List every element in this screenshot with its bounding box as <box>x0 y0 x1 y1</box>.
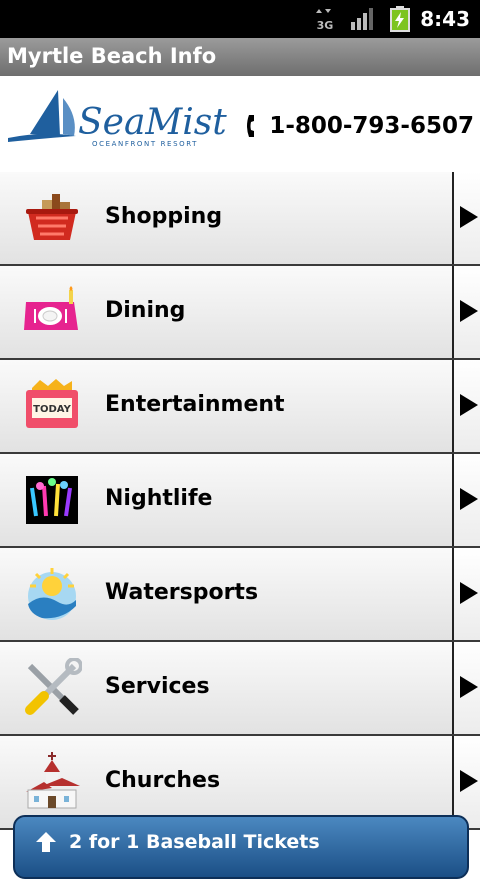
menu-item-label: Services <box>105 674 210 699</box>
phone-number[interactable]: 1-800-793-6507 <box>269 113 474 139</box>
menu-item-watersports[interactable]: Watersports <box>0 548 480 642</box>
dining-plate-icon <box>24 286 78 330</box>
menu-item-services[interactable]: Services <box>0 642 480 736</box>
network-label: 3G <box>317 19 334 30</box>
header: SeaMist OCEANFRONT RESORT 1-800-793-6507 <box>0 76 480 172</box>
arrow-right-icon <box>460 300 478 322</box>
fireworks-icon <box>26 476 78 524</box>
app-title-bar: Myrtle Beach Info <box>0 38 480 76</box>
status-time: 8:43 <box>420 7 470 31</box>
menu-arrow-button[interactable] <box>452 642 480 734</box>
menu-item-label: Shopping <box>105 204 223 229</box>
arrow-right-icon <box>460 770 478 792</box>
logo-tagline: OCEANFRONT RESORT <box>92 140 198 148</box>
menu-arrow-button[interactable] <box>452 548 480 640</box>
up-arrow-icon <box>36 832 56 852</box>
menu-arrow-button[interactable] <box>452 360 480 452</box>
menu-item-label: Entertainment <box>105 392 285 417</box>
battery-charging-icon <box>390 6 410 32</box>
promo-banner-text: 2 for 1 Baseball Tickets <box>69 831 320 853</box>
menu-item-shopping[interactable]: Shopping <box>0 172 480 266</box>
arrow-right-icon <box>460 582 478 604</box>
marquee-today-icon: TODAY <box>26 379 78 428</box>
menu-item-label: Dining <box>105 298 186 323</box>
status-bar: 3G 8:43 <box>0 0 480 38</box>
arrow-right-icon <box>460 676 478 698</box>
menu-item-entertainment[interactable]: TODAY Entertainment <box>0 360 480 454</box>
svg-text:TODAY: TODAY <box>33 404 71 415</box>
arrow-right-icon <box>460 488 478 510</box>
menu-item-nightlife[interactable]: Nightlife <box>0 454 480 548</box>
church-icon <box>26 752 80 809</box>
sun-wave-icon <box>28 568 76 620</box>
menu-arrow-button[interactable] <box>452 454 480 546</box>
menu-arrow-button[interactable] <box>452 266 480 358</box>
seamist-logo[interactable]: SeaMist OCEANFRONT RESORT <box>8 86 240 158</box>
menu-item-dining[interactable]: Dining <box>0 266 480 360</box>
phone-icon <box>247 115 255 137</box>
menu-item-label: Nightlife <box>105 486 213 511</box>
promo-banner[interactable]: 2 for 1 Baseball Tickets <box>13 815 469 879</box>
network-3g-icon: 3G <box>316 9 334 30</box>
menu-arrow-button[interactable] <box>452 172 480 264</box>
arrow-right-icon <box>460 206 478 228</box>
signal-icon <box>351 8 373 30</box>
shopping-basket-icon <box>26 194 78 240</box>
tools-icon <box>25 658 82 715</box>
menu-item-label: Watersports <box>105 580 259 605</box>
logo-name: SeaMist <box>78 102 227 143</box>
app-title: Myrtle Beach Info <box>7 44 217 68</box>
phone-link[interactable]: 1-800-793-6507 <box>245 110 474 142</box>
menu-item-label: Churches <box>105 768 221 793</box>
arrow-right-icon <box>460 394 478 416</box>
category-menu: Shopping Dining TODAY Entertainment Nigh… <box>0 172 480 830</box>
